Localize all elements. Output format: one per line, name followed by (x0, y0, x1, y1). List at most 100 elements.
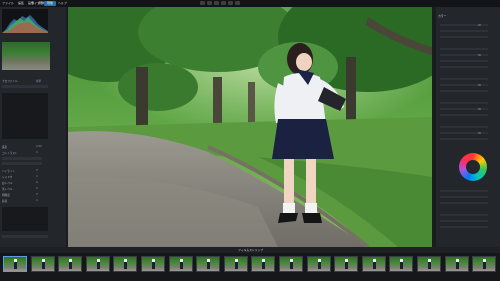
setting-value[interactable]: 0 (36, 199, 38, 202)
setting-value[interactable]: 0 (36, 181, 38, 184)
slider-handle[interactable] (478, 84, 481, 86)
menu-item-file[interactable]: ファイル (2, 1, 14, 5)
setting-value[interactable]: 0 (36, 187, 38, 190)
title-bar: ファイル 編集 画像 調整 表示 ヘルプ ライブラリ 現像 (0, 0, 500, 7)
thumbnail-subject (96, 259, 100, 269)
thumbnail-subject (428, 259, 431, 269)
thumbnail-subject (69, 259, 73, 269)
adjust-row[interactable] (440, 126, 488, 128)
filmstrip-thumbnail[interactable] (444, 256, 469, 272)
slider-handle[interactable] (478, 132, 481, 134)
slider-track[interactable] (2, 162, 42, 165)
thumbnail-subject (124, 259, 128, 269)
filmstrip-thumbnail[interactable] (85, 256, 110, 272)
filmstrip-thumbnail[interactable] (113, 256, 138, 272)
adjust-row[interactable] (440, 202, 488, 204)
thumbnail-subject (262, 259, 266, 269)
thumbnail-subject (400, 259, 404, 269)
right-panel-heading: カラー (438, 14, 447, 18)
adjust-row[interactable] (440, 114, 488, 116)
slider-handle[interactable] (478, 24, 481, 26)
edit-mode-button[interactable]: 現像 (44, 1, 57, 6)
thumbnail-subject (345, 259, 349, 269)
thumbnail-subject (483, 259, 487, 269)
filmstrip-thumbnail[interactable] (279, 256, 303, 272)
filmstrip-thumbnail[interactable] (251, 256, 276, 272)
histogram (2, 9, 48, 33)
adjust-row[interactable] (440, 48, 488, 50)
setting-label: ハイライト (2, 170, 15, 173)
setting-dropdown[interactable] (2, 85, 48, 88)
tool-zoom-icon[interactable] (234, 1, 240, 5)
adjust-row[interactable] (440, 196, 488, 198)
filmstrip-thumbnail[interactable] (141, 256, 165, 272)
setting-label: プロファイル (2, 80, 18, 83)
adjust-row[interactable] (440, 36, 488, 38)
slider-track[interactable] (2, 157, 42, 160)
color-wheel-icon[interactable] (459, 153, 487, 181)
setting-value[interactable]: 0 (36, 175, 38, 178)
thumbnail-subject (372, 259, 376, 269)
navigator-thumbnail[interactable] (2, 42, 50, 70)
filmstrip-thumbnail[interactable] (168, 256, 193, 272)
adjust-row[interactable] (440, 220, 488, 222)
toolbar (200, 1, 241, 6)
filmstrip-label: フィルムストリップ (238, 248, 264, 252)
thumbnail-subject (234, 259, 238, 269)
slider-handle[interactable] (478, 54, 481, 56)
thumbnail-subject (152, 259, 155, 269)
filmstrip-thumbnail[interactable] (306, 256, 331, 272)
setting-value[interactable]: 0 (36, 151, 38, 154)
filmstrip-thumbnail[interactable] (30, 256, 55, 272)
panel-section (2, 207, 48, 231)
setting-label: 明瞭度 (2, 194, 10, 197)
slider-handle[interactable] (478, 108, 481, 110)
setting-label: 露出 (2, 146, 8, 149)
tool-rotate-icon[interactable] (206, 1, 212, 5)
setting-value[interactable]: 0 (36, 193, 38, 196)
thumbnail-subject (14, 259, 17, 269)
setting-value[interactable]: 0.00 (36, 145, 42, 148)
thumbnail-subject (207, 259, 211, 269)
setting-label: 白レベル (2, 182, 13, 185)
adjust-row[interactable] (440, 138, 488, 140)
panel-section (2, 93, 48, 139)
adjust-row[interactable] (440, 30, 488, 32)
filmstrip-thumbnail[interactable] (334, 256, 359, 272)
thumbnail-subject (179, 259, 183, 269)
thumbnail-subject (455, 259, 459, 269)
thumbnail-subject (317, 259, 321, 269)
adjust-row[interactable] (440, 60, 488, 62)
filmstrip-thumbnail[interactable] (361, 256, 386, 272)
adjust-row[interactable] (440, 214, 488, 216)
adjust-row[interactable] (440, 190, 488, 192)
tool-crop-icon[interactable] (200, 1, 205, 5)
tool-compare-icon[interactable] (227, 1, 233, 5)
filmstrip-thumbnail[interactable] (196, 256, 221, 272)
setting-value[interactable]: 0 (36, 169, 38, 172)
thumbnail-subject (41, 259, 45, 269)
setting-label: 彩度 (2, 200, 8, 203)
adjust-row[interactable] (440, 90, 488, 92)
main-photo[interactable] (68, 7, 432, 247)
filmstrip-thumbnail[interactable] (472, 256, 497, 272)
setting-value[interactable]: 標準 (36, 79, 41, 83)
setting-label: シャドウ (2, 176, 13, 179)
adjust-row[interactable] (440, 66, 488, 68)
adjust-row[interactable] (440, 78, 488, 80)
filmstrip-thumbnail[interactable] (58, 256, 83, 272)
filmstrip-thumbnail[interactable] (417, 256, 441, 272)
menu-item-edit[interactable]: 編集 (18, 1, 24, 5)
left-panel: プロファイル 標準 露出 0.00 コントラスト 0 ハイライト 0 シャドウ … (0, 7, 66, 247)
thumbnail-subject (290, 259, 293, 269)
adjust-row[interactable] (440, 102, 488, 104)
tool-brush-icon[interactable] (213, 1, 219, 5)
filmstrip-thumbnail[interactable] (3, 256, 27, 272)
filmstrip-thumbnail[interactable] (389, 256, 414, 272)
adjust-row[interactable] (440, 226, 488, 228)
filmstrip-thumbnail[interactable] (223, 256, 248, 272)
tool-gradient-icon[interactable] (220, 1, 226, 5)
menu-item-help[interactable]: ヘルプ (58, 1, 67, 5)
setting-label: 黒レベル (2, 188, 13, 191)
panel-footer-bar[interactable] (2, 235, 48, 238)
